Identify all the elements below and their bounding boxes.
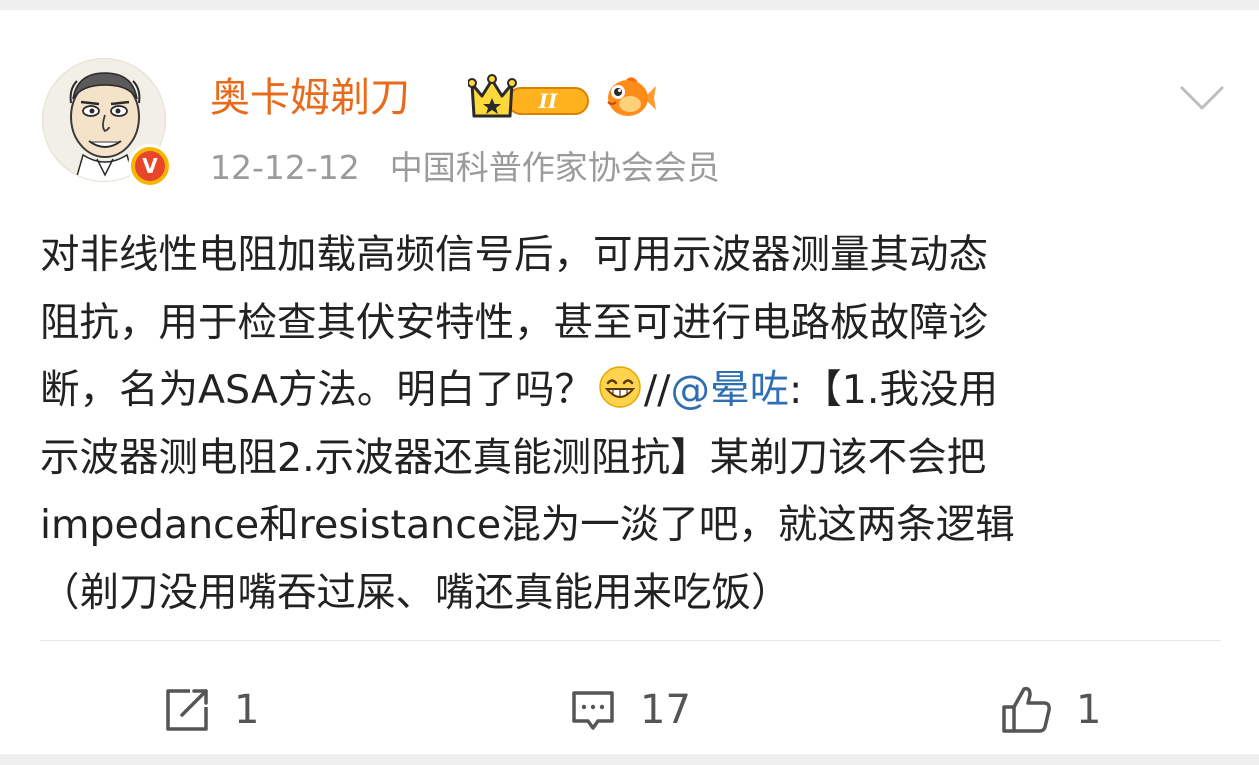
- content-line-3: 断，名为ASA方法。明白了吗？ //@晕咗:【1.我没用: [40, 357, 1225, 425]
- comment-button[interactable]: 17: [568, 680, 691, 740]
- author-name[interactable]: 奥卡姆剃刀: [210, 70, 410, 126]
- more-options-chevron-down-icon[interactable]: [1176, 78, 1228, 118]
- content-line-6: （剃刀没用嘴吞过屎、嘴还真能用来吃饭）: [40, 569, 791, 616]
- like-button[interactable]: 1: [1000, 680, 1101, 740]
- repost-icon: [166, 689, 208, 731]
- like-count: 1: [1076, 687, 1102, 733]
- vip-crown-badge-icon[interactable]: II: [467, 74, 594, 122]
- post-date: 12-12-12: [210, 148, 360, 187]
- action-bar-divider: [40, 640, 1221, 641]
- repost-count: 1: [234, 687, 260, 733]
- verified-badge-icon: V: [128, 144, 172, 188]
- content-line-3-tail: :【1.我没用: [788, 367, 998, 413]
- post-meta: 12-12-12 中国科普作家协会会员: [210, 144, 720, 192]
- goldfish-icon[interactable]: [604, 74, 656, 122]
- repost-separator: //: [643, 367, 671, 413]
- content-line-3-text: 断，名为ASA方法。明白了吗？: [40, 367, 594, 413]
- content-line-4: 示波器测电阻2.示波器还真能测阻抗】某剃刀该不会把: [40, 434, 987, 481]
- content-line-1: 对非线性电阻加载高频信号后，可用示波器测量其动态: [40, 232, 988, 278]
- thumbs-up-icon: [1002, 686, 1051, 733]
- content-line-2: 阻抗，用于检查其伏安特性，甚至可进行电路板故障诊: [40, 299, 988, 346]
- repost-button[interactable]: 1: [162, 680, 259, 740]
- vip-level-text: II: [538, 89, 558, 113]
- grin-icon: [598, 363, 642, 408]
- author-avatar[interactable]: V: [42, 58, 172, 188]
- bottom-gap: [0, 754, 1259, 765]
- weibo-post-card: V 奥卡姆剃刀 II 12-12-12 中国科普作家协会会员 对非线性电阻加载高…: [0, 10, 1259, 754]
- content-line-5: impedance和resistance混为一淡了吧，就这两条逻辑: [40, 502, 1015, 548]
- post-content: 对非线性电阻加载高频信号后，可用示波器测量其动态 阻抗，用于检查其伏安特性，甚至…: [40, 222, 1225, 627]
- user-mention-link[interactable]: @晕咗: [670, 367, 789, 413]
- comment-count: 17: [640, 687, 691, 733]
- post-source: 中国科普作家协会会员: [389, 148, 720, 187]
- comment-icon: [572, 691, 614, 730]
